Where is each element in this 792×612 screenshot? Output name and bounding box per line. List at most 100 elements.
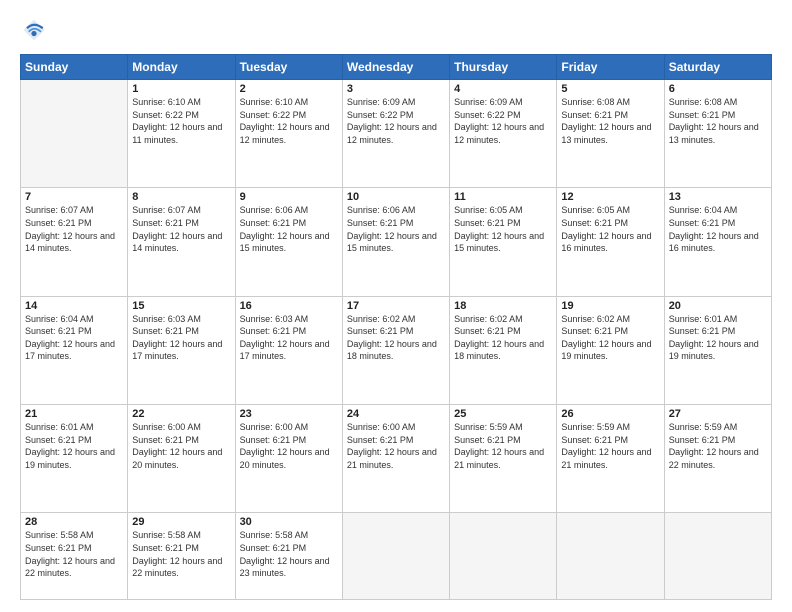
day-number: 12 [561,191,659,203]
calendar-day-cell [342,513,449,600]
day-info: Sunrise: 6:01 AM Sunset: 6:21 PM Dayligh… [669,313,767,363]
day-number: 3 [347,83,445,95]
day-number: 28 [25,516,123,528]
calendar-day-cell: 3 Sunrise: 6:09 AM Sunset: 6:22 PM Dayli… [342,80,449,188]
calendar-day-cell: 22 Sunrise: 6:00 AM Sunset: 6:21 PM Dayl… [128,404,235,512]
calendar-day-cell [664,513,771,600]
calendar-day-cell: 23 Sunrise: 6:00 AM Sunset: 6:21 PM Dayl… [235,404,342,512]
day-info: Sunrise: 6:09 AM Sunset: 6:22 PM Dayligh… [347,96,445,146]
day-info: Sunrise: 6:05 AM Sunset: 6:21 PM Dayligh… [454,204,552,254]
day-info: Sunrise: 5:59 AM Sunset: 6:21 PM Dayligh… [669,421,767,471]
calendar-week-row: 21 Sunrise: 6:01 AM Sunset: 6:21 PM Dayl… [21,404,772,512]
calendar-day-cell: 29 Sunrise: 5:58 AM Sunset: 6:21 PM Dayl… [128,513,235,600]
calendar-day-cell: 13 Sunrise: 6:04 AM Sunset: 6:21 PM Dayl… [664,188,771,296]
day-number: 24 [347,408,445,420]
calendar-day-cell: 30 Sunrise: 5:58 AM Sunset: 6:21 PM Dayl… [235,513,342,600]
calendar-day-cell: 7 Sunrise: 6:07 AM Sunset: 6:21 PM Dayli… [21,188,128,296]
calendar-week-row: 28 Sunrise: 5:58 AM Sunset: 6:21 PM Dayl… [21,513,772,600]
calendar-day-cell: 6 Sunrise: 6:08 AM Sunset: 6:21 PM Dayli… [664,80,771,188]
calendar-body: 1 Sunrise: 6:10 AM Sunset: 6:22 PM Dayli… [21,80,772,600]
day-number: 13 [669,191,767,203]
day-number: 23 [240,408,338,420]
calendar-day-cell [450,513,557,600]
calendar-week-row: 1 Sunrise: 6:10 AM Sunset: 6:22 PM Dayli… [21,80,772,188]
day-number: 14 [25,300,123,312]
day-info: Sunrise: 5:59 AM Sunset: 6:21 PM Dayligh… [454,421,552,471]
day-info: Sunrise: 6:01 AM Sunset: 6:21 PM Dayligh… [25,421,123,471]
day-info: Sunrise: 6:00 AM Sunset: 6:21 PM Dayligh… [347,421,445,471]
calendar-day-cell: 8 Sunrise: 6:07 AM Sunset: 6:21 PM Dayli… [128,188,235,296]
calendar-day-cell: 1 Sunrise: 6:10 AM Sunset: 6:22 PM Dayli… [128,80,235,188]
calendar-day-cell: 18 Sunrise: 6:02 AM Sunset: 6:21 PM Dayl… [450,296,557,404]
day-number: 2 [240,83,338,95]
calendar-day-cell: 19 Sunrise: 6:02 AM Sunset: 6:21 PM Dayl… [557,296,664,404]
calendar-header-cell: Thursday [450,55,557,80]
day-info: Sunrise: 6:07 AM Sunset: 6:21 PM Dayligh… [25,204,123,254]
day-info: Sunrise: 6:05 AM Sunset: 6:21 PM Dayligh… [561,204,659,254]
header [20,16,772,44]
day-number: 21 [25,408,123,420]
day-info: Sunrise: 6:03 AM Sunset: 6:21 PM Dayligh… [240,313,338,363]
day-info: Sunrise: 6:10 AM Sunset: 6:22 PM Dayligh… [132,96,230,146]
day-info: Sunrise: 5:58 AM Sunset: 6:21 PM Dayligh… [132,529,230,579]
day-info: Sunrise: 6:09 AM Sunset: 6:22 PM Dayligh… [454,96,552,146]
calendar-day-cell: 20 Sunrise: 6:01 AM Sunset: 6:21 PM Dayl… [664,296,771,404]
day-info: Sunrise: 6:07 AM Sunset: 6:21 PM Dayligh… [132,204,230,254]
day-number: 19 [561,300,659,312]
calendar-day-cell: 2 Sunrise: 6:10 AM Sunset: 6:22 PM Dayli… [235,80,342,188]
day-number: 4 [454,83,552,95]
day-info: Sunrise: 5:59 AM Sunset: 6:21 PM Dayligh… [561,421,659,471]
day-info: Sunrise: 6:02 AM Sunset: 6:21 PM Dayligh… [454,313,552,363]
calendar-day-cell: 14 Sunrise: 6:04 AM Sunset: 6:21 PM Dayl… [21,296,128,404]
day-info: Sunrise: 6:02 AM Sunset: 6:21 PM Dayligh… [347,313,445,363]
logo-icon [20,16,48,44]
day-number: 26 [561,408,659,420]
calendar-header-cell: Tuesday [235,55,342,80]
calendar-day-cell: 17 Sunrise: 6:02 AM Sunset: 6:21 PM Dayl… [342,296,449,404]
day-info: Sunrise: 6:10 AM Sunset: 6:22 PM Dayligh… [240,96,338,146]
calendar-day-cell: 25 Sunrise: 5:59 AM Sunset: 6:21 PM Dayl… [450,404,557,512]
day-number: 17 [347,300,445,312]
day-number: 30 [240,516,338,528]
day-number: 11 [454,191,552,203]
calendar-day-cell: 11 Sunrise: 6:05 AM Sunset: 6:21 PM Dayl… [450,188,557,296]
calendar-day-cell: 28 Sunrise: 5:58 AM Sunset: 6:21 PM Dayl… [21,513,128,600]
day-number: 9 [240,191,338,203]
day-number: 16 [240,300,338,312]
calendar-day-cell: 4 Sunrise: 6:09 AM Sunset: 6:22 PM Dayli… [450,80,557,188]
calendar-header-cell: Sunday [21,55,128,80]
calendar-day-cell: 16 Sunrise: 6:03 AM Sunset: 6:21 PM Dayl… [235,296,342,404]
calendar-day-cell: 26 Sunrise: 5:59 AM Sunset: 6:21 PM Dayl… [557,404,664,512]
day-info: Sunrise: 6:00 AM Sunset: 6:21 PM Dayligh… [132,421,230,471]
day-info: Sunrise: 5:58 AM Sunset: 6:21 PM Dayligh… [240,529,338,579]
calendar-day-cell: 9 Sunrise: 6:06 AM Sunset: 6:21 PM Dayli… [235,188,342,296]
calendar-day-cell: 24 Sunrise: 6:00 AM Sunset: 6:21 PM Dayl… [342,404,449,512]
calendar-header-cell: Monday [128,55,235,80]
day-number: 10 [347,191,445,203]
calendar-week-row: 14 Sunrise: 6:04 AM Sunset: 6:21 PM Dayl… [21,296,772,404]
day-number: 15 [132,300,230,312]
calendar-table: SundayMondayTuesdayWednesdayThursdayFrid… [20,54,772,600]
day-info: Sunrise: 6:06 AM Sunset: 6:21 PM Dayligh… [240,204,338,254]
day-info: Sunrise: 6:00 AM Sunset: 6:21 PM Dayligh… [240,421,338,471]
day-number: 20 [669,300,767,312]
day-number: 18 [454,300,552,312]
day-info: Sunrise: 6:06 AM Sunset: 6:21 PM Dayligh… [347,204,445,254]
day-info: Sunrise: 5:58 AM Sunset: 6:21 PM Dayligh… [25,529,123,579]
day-number: 27 [669,408,767,420]
day-number: 22 [132,408,230,420]
calendar-day-cell: 5 Sunrise: 6:08 AM Sunset: 6:21 PM Dayli… [557,80,664,188]
day-info: Sunrise: 6:04 AM Sunset: 6:21 PM Dayligh… [25,313,123,363]
logo [20,16,52,44]
calendar-header-cell: Wednesday [342,55,449,80]
calendar-day-cell [557,513,664,600]
day-info: Sunrise: 6:08 AM Sunset: 6:21 PM Dayligh… [669,96,767,146]
day-number: 7 [25,191,123,203]
calendar-day-cell: 27 Sunrise: 5:59 AM Sunset: 6:21 PM Dayl… [664,404,771,512]
calendar-header-row: SundayMondayTuesdayWednesdayThursdayFrid… [21,55,772,80]
day-number: 25 [454,408,552,420]
calendar-header-cell: Saturday [664,55,771,80]
calendar-day-cell: 10 Sunrise: 6:06 AM Sunset: 6:21 PM Dayl… [342,188,449,296]
day-info: Sunrise: 6:04 AM Sunset: 6:21 PM Dayligh… [669,204,767,254]
calendar-header-cell: Friday [557,55,664,80]
